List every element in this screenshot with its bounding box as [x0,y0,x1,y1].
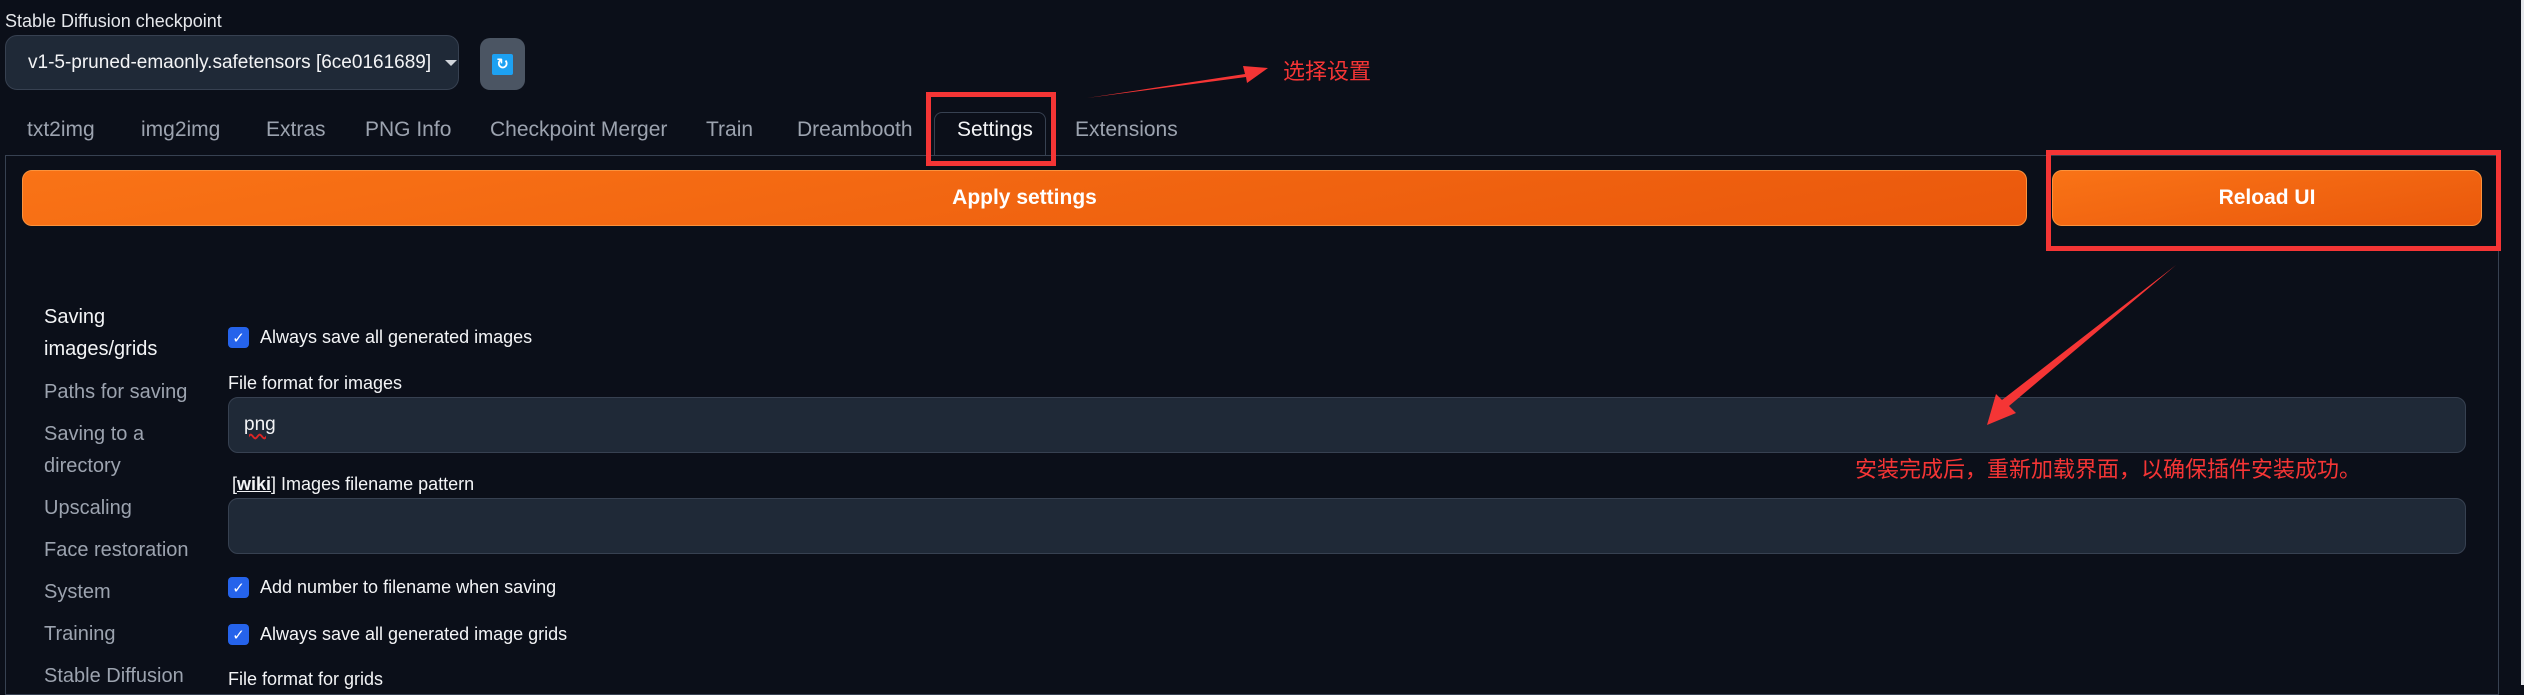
annotation-select-settings: 选择设置 [1283,60,1372,85]
file-format-images-label: File format for images [228,373,403,393]
always-save-images-label: Always save all generated images [260,327,533,347]
chevron-down-icon [445,59,458,66]
tab-extras[interactable]: Extras [266,118,326,142]
sidebar-item-paths-for-saving[interactable]: Paths for saving [44,376,187,408]
filename-pattern-input[interactable] [228,498,2466,554]
refresh-icon: ↻ [492,53,513,75]
check-icon: ✓ [232,626,245,644]
check-icon: ✓ [232,329,245,347]
tab-txt2img[interactable]: txt2img [27,118,95,142]
tab-checkpoint-merger[interactable]: Checkpoint Merger [490,118,667,142]
file-format-grids-label: File format for grids [228,669,384,689]
tab-dreambooth[interactable]: Dreambooth [797,118,913,142]
always-save-grids-label: Always save all generated image grids [260,624,568,644]
checkpoint-dropdown[interactable]: v1-5-pruned-emaonly.safetensors [6ce0161… [5,35,459,90]
tab-train[interactable]: Train [706,118,753,142]
add-number-label: Add number to filename when saving [260,577,557,597]
arrow-icon [1087,66,1268,98]
sidebar-item-face-restoration[interactable]: Face restoration [44,534,189,566]
wiki-link[interactable]: wiki [237,474,271,494]
always-save-images-checkbox[interactable]: ✓ [228,327,249,348]
sidebar-item-saving-to-directory[interactable]: Saving to a directory [44,418,164,482]
filename-pattern-label-text: Images filename pattern [281,474,475,494]
always-save-grids-checkbox[interactable]: ✓ [228,624,249,645]
file-format-images-value: png [244,414,276,435]
checkpoint-label: Stable Diffusion checkpoint [5,11,222,31]
filename-pattern-label: [wiki] Images filename pattern [232,474,475,494]
tab-img2img[interactable]: img2img [141,118,220,142]
file-format-images-input[interactable]: png [228,397,2466,453]
check-icon: ✓ [232,579,245,597]
sidebar-item-saving-images-grids[interactable]: Saving images/grids [44,301,174,365]
annotation-box-reload-ui [2046,150,2501,251]
refresh-checkpoints-button[interactable]: ↻ [480,38,525,90]
annotation-box-settings-tab [926,92,1056,166]
arrow-to-select-settings [1087,66,1268,98]
sidebar-item-training[interactable]: Training [44,618,116,650]
checkpoint-selected-value: v1-5-pruned-emaonly.safetensors [6ce0161… [28,51,432,73]
sidebar-item-upscaling[interactable]: Upscaling [44,492,132,524]
tab-extensions[interactable]: Extensions [1075,118,1178,142]
sidebar-item-system[interactable]: System [44,576,111,608]
apply-settings-button[interactable]: Apply settings [22,170,2027,226]
tab-png-info[interactable]: PNG Info [365,118,451,142]
add-number-checkbox[interactable]: ✓ [228,577,249,598]
annotation-reload-note: 安装完成后，重新加载界面，以确保插件安装成功。 [1855,458,2362,483]
sidebar-item-stable-diffusion[interactable]: Stable Diffusion [44,660,184,692]
